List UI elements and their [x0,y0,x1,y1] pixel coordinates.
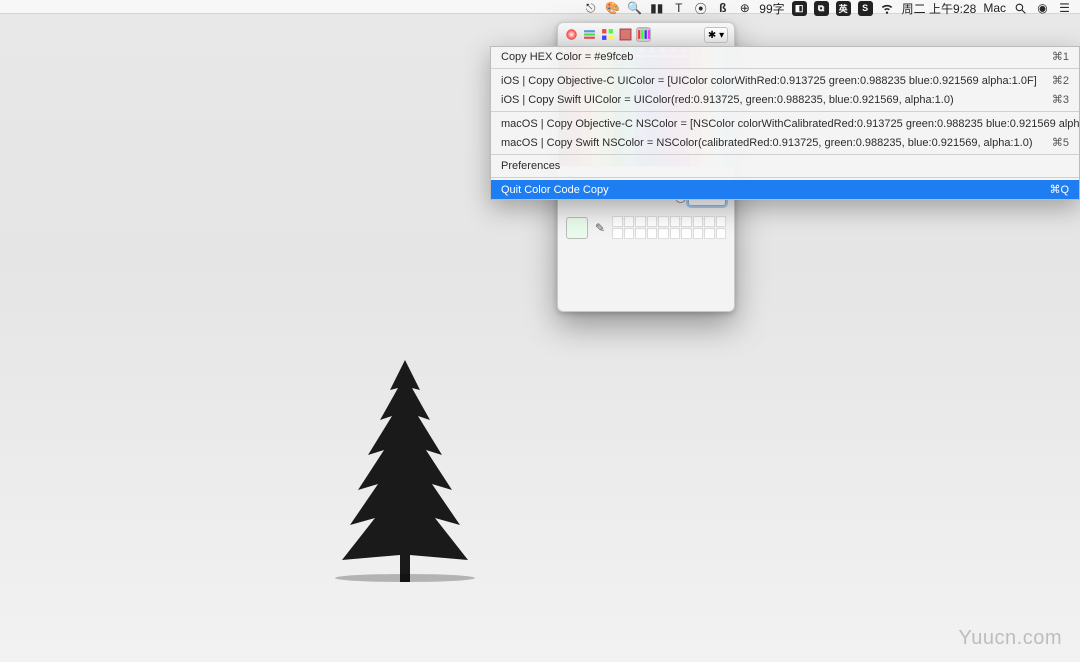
tool-icon[interactable]: ⎋ [583,1,598,16]
watermark: Yuucn.com [959,627,1062,650]
tab-wheel[interactable] [564,27,579,42]
spotlight-icon[interactable] [1013,1,1028,16]
eyedropper-icon[interactable]: ✎ [592,220,608,236]
swatch-cell[interactable] [647,216,658,227]
cc-icon[interactable]: ⦿ [693,1,708,16]
menu-tray: ⎋ 🎨 🔍 ▮▮ T ⦿ ß ⊕ 99字 ◧ ⧉ 英 S 周二 上午9:28 M… [0,0,1080,16]
mac-label[interactable]: Mac [983,1,1006,15]
swatch-cell[interactable] [635,228,646,239]
swatch-cell[interactable] [681,216,692,227]
menu-separator [491,111,1079,112]
swatch-cell[interactable] [716,228,727,239]
swatch-cell[interactable] [716,216,727,227]
swatch-cell[interactable] [612,216,623,227]
swatch-cell[interactable] [670,228,681,239]
palette-icon[interactable]: 🎨 [605,1,620,16]
menu-quit[interactable]: Quit Color Code Copy ⌘Q [491,180,1079,199]
current-color-swatch[interactable] [566,217,588,239]
square-icon-1[interactable]: ◧ [792,1,807,16]
menu-separator [491,177,1079,178]
menu-copy-objc-nscolor[interactable]: macOS | Copy Objective-C NSColor = [NSCo… [491,114,1079,133]
swatch-row: ✎ [558,210,734,249]
search-st-icon[interactable]: 🔍 [627,1,642,16]
text-icon[interactable]: T [671,1,686,16]
tab-palettes[interactable] [600,27,615,42]
swatch-cell[interactable] [704,216,715,227]
color-code-menu: Copy HEX Color = #e9fceb ⌘1 iOS | Copy O… [490,46,1080,200]
square-icon-3[interactable]: 英 [836,1,851,16]
swatch-cell[interactable] [658,228,669,239]
wordcount-badge[interactable]: 99字 [759,0,784,17]
square-icon-4[interactable]: S [858,1,873,16]
menu-separator [491,154,1079,155]
menu-copy-swift-uicolor[interactable]: iOS | Copy Swift UIColor = UIColor(red:0… [491,90,1079,109]
tab-pencils[interactable] [636,27,651,42]
menu-separator [491,68,1079,69]
menu-preferences[interactable]: Preferences [491,157,1079,175]
menu-copy-objc-uicolor[interactable]: iOS | Copy Objective-C UIColor = [UIColo… [491,71,1079,90]
color-picker-toolbar: ✱ ▾ [558,23,734,47]
swatch-cell[interactable] [670,216,681,227]
swatch-cell[interactable] [624,228,635,239]
clock[interactable]: 周二 上午9:28 [902,0,977,17]
menu-copy-swift-nscolor[interactable]: macOS | Copy Swift NSColor = NSColor(cal… [491,133,1079,152]
bold-icon[interactable]: ß [715,1,730,16]
siri-icon[interactable]: ◉ [1035,1,1050,16]
globe-icon[interactable]: ⊕ [737,1,752,16]
menu-copy-hex[interactable]: Copy HEX Color = #e9fceb ⌘1 [491,47,1079,66]
swatch-cell[interactable] [681,228,692,239]
swatch-cell[interactable] [658,216,669,227]
swatch-cell[interactable] [647,228,658,239]
swatch-cell[interactable] [693,216,704,227]
wallpaper-tree [320,360,490,585]
tab-sliders[interactable] [582,27,597,42]
swatch-cell[interactable] [704,228,715,239]
bookmark-icon[interactable]: ▮▮ [649,1,664,16]
swatch-grid[interactable] [612,216,726,239]
wifi-icon[interactable] [880,1,895,16]
square-icon-2[interactable]: ⧉ [814,1,829,16]
swatch-cell[interactable] [612,228,623,239]
tab-image[interactable] [618,27,633,42]
gear-dropdown[interactable]: ✱ ▾ [704,27,728,43]
swatch-cell[interactable] [635,216,646,227]
swatch-cell[interactable] [693,228,704,239]
notification-center-icon[interactable]: ☰ [1057,1,1072,16]
swatch-cell[interactable] [624,216,635,227]
